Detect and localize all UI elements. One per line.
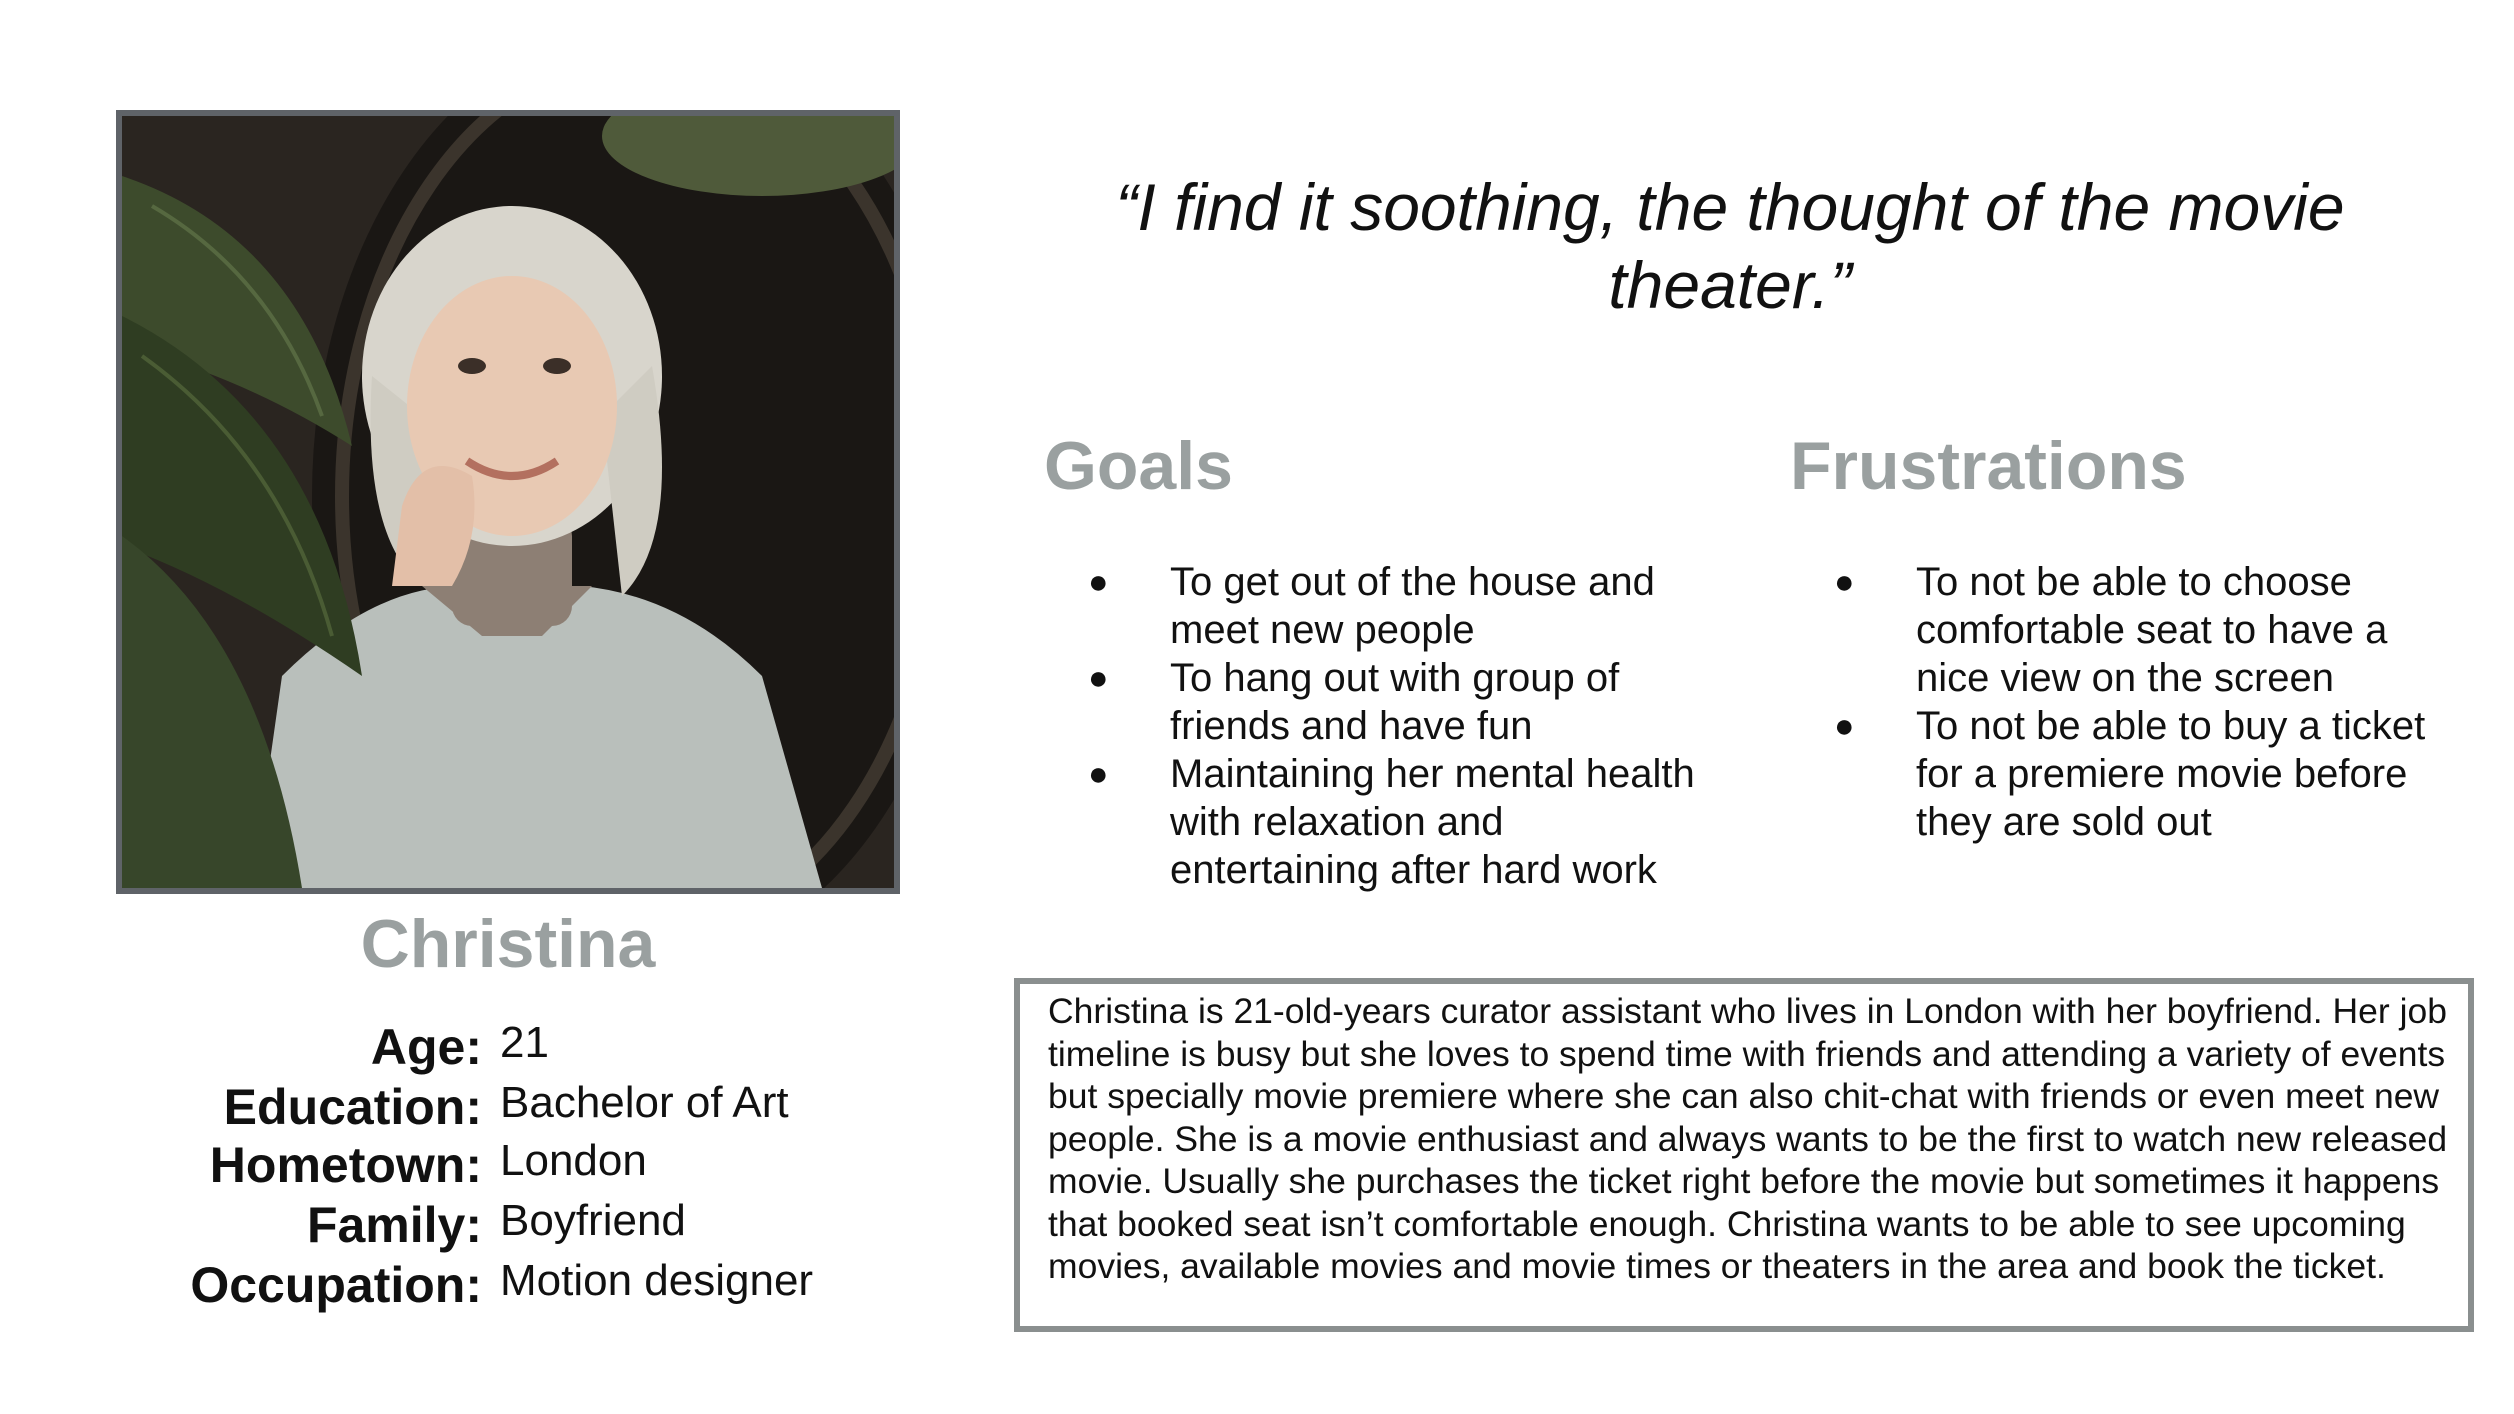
- frustration-item: ● To not be able to choose comfortable se…: [1792, 558, 2452, 702]
- goal-item-text: Maintaining her mental health with relax…: [1170, 752, 1695, 892]
- detail-value: Motion designer: [500, 1256, 814, 1305]
- frustration-item: ● To not be able to buy a ticket for a pr…: [1792, 702, 2452, 846]
- detail-label: Family:: [306, 1197, 482, 1253]
- detail-row-age: Age: 21: [0, 1018, 900, 1078]
- detail-value: London: [500, 1136, 647, 1185]
- bullet-icon: ●: [1834, 563, 1855, 601]
- goal-item: ● To hang out with group of friends and h…: [1046, 654, 1706, 750]
- bullet-icon: ●: [1088, 563, 1109, 601]
- detail-row-family: Family: Boyfriend: [0, 1196, 900, 1256]
- persona-bio: Christina is 21-old-years curator assist…: [1014, 978, 2474, 1332]
- frustrations-heading: Frustrations: [1790, 428, 2187, 504]
- detail-value: Bachelor of Art: [500, 1078, 789, 1127]
- detail-row-education: Education: Bachelor of Art: [0, 1078, 900, 1138]
- goals-list: ● To get out of the house and meet new pe…: [1046, 558, 1706, 894]
- frustration-item-text: To not be able to buy a ticket for a pre…: [1916, 704, 2426, 844]
- goal-item-text: To hang out with group of friends and ha…: [1170, 656, 1620, 748]
- detail-label: Hometown:: [209, 1137, 482, 1193]
- detail-label: Occupation:: [190, 1257, 482, 1313]
- bullet-icon: ●: [1088, 755, 1109, 793]
- goal-item: ● To get out of the house and meet new pe…: [1046, 558, 1706, 654]
- persona-name: Christina: [360, 906, 656, 982]
- goals-heading: Goals: [1044, 428, 1233, 504]
- detail-value: 21: [500, 1018, 549, 1067]
- frustration-item-text: To not be able to choose comfortable sea…: [1916, 560, 2388, 700]
- detail-row-occupation: Occupation: Motion designer: [0, 1256, 900, 1316]
- detail-label: Age:: [370, 1019, 482, 1075]
- frustrations-list: ● To not be able to choose comfortable se…: [1792, 558, 2452, 846]
- detail-row-hometown: Hometown: London: [0, 1136, 900, 1196]
- bullet-icon: ●: [1834, 707, 1855, 745]
- persona-quote: “I find it soothing, the thought of the …: [1115, 170, 2345, 322]
- detail-label: Education:: [223, 1079, 482, 1135]
- bullet-icon: ●: [1088, 659, 1109, 697]
- detail-value: Boyfriend: [500, 1196, 686, 1245]
- goal-item: ● Maintaining her mental health with rela…: [1046, 750, 1706, 894]
- goal-item-text: To get out of the house and meet new peo…: [1170, 560, 1655, 652]
- persona-photo: [116, 110, 900, 894]
